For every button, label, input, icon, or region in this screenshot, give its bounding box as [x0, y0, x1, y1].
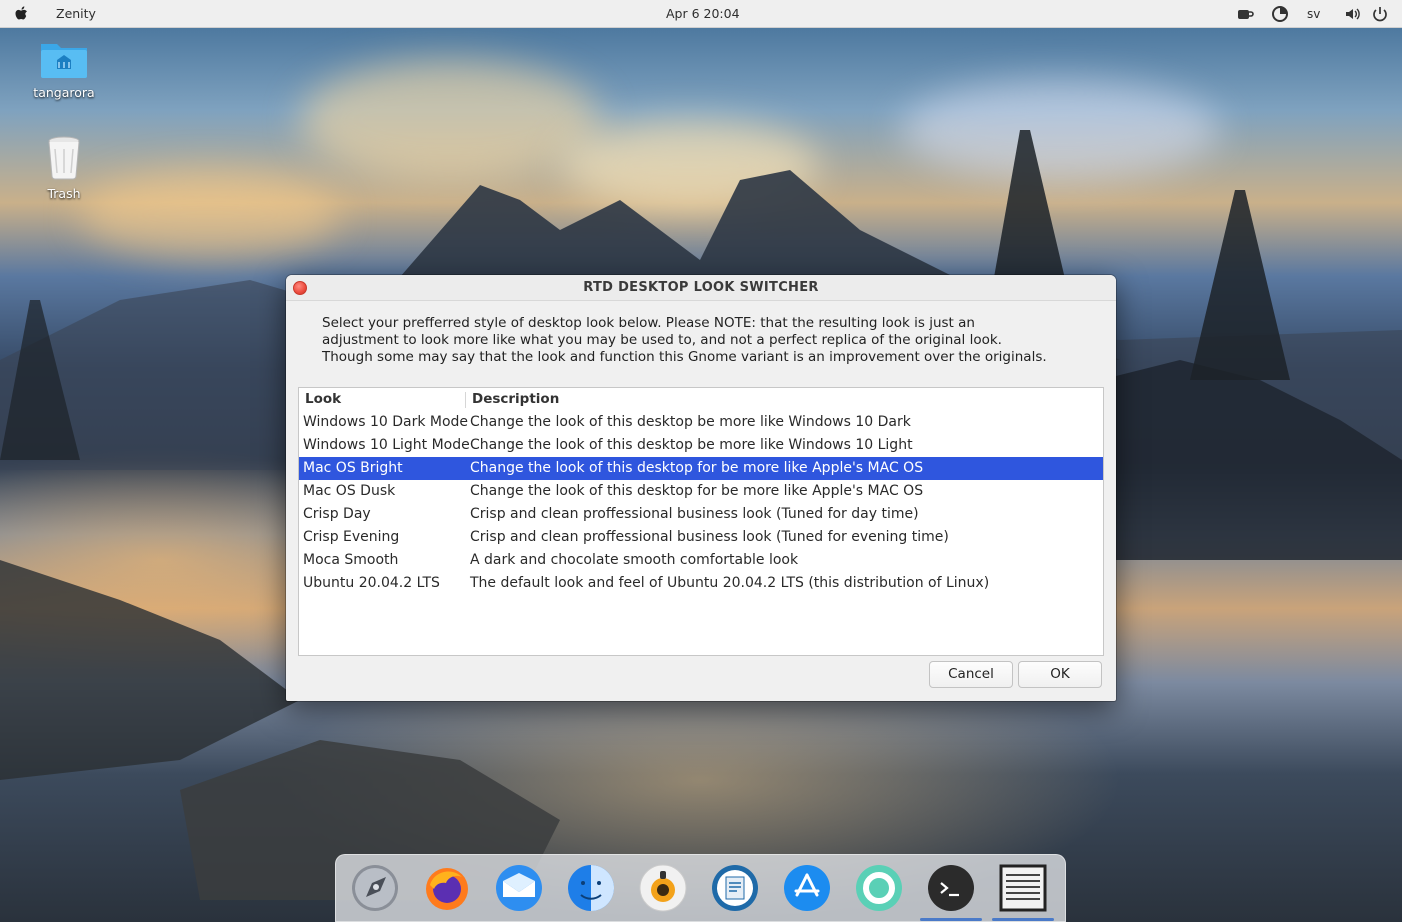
list-row[interactable]: Windows 10 Light Mode Change the look of… [299, 434, 1103, 457]
description-cell: A dark and chocolate smooth comfortable … [470, 552, 799, 568]
description-cell: Change the look of this desktop be more … [470, 437, 913, 453]
desktop-icon-trash[interactable]: Trash [19, 135, 109, 201]
look-switcher-dialog: RTD DESKTOP LOOK SWITCHER Select your pr… [286, 275, 1116, 701]
list-row[interactable]: Crisp Evening Crisp and clean proffessio… [299, 526, 1103, 549]
dialog-titlebar[interactable]: RTD DESKTOP LOOK SWITCHER [286, 275, 1116, 301]
desktop-icon-home[interactable]: tangarora [19, 38, 109, 100]
zenity-window-icon[interactable] [998, 863, 1048, 913]
list-row[interactable]: Windows 10 Dark Mode Change the look of … [299, 411, 1103, 434]
column-header-description[interactable]: Description [472, 391, 559, 407]
clock[interactable]: Apr 6 20:04 [666, 6, 740, 21]
finder-icon[interactable] [566, 863, 616, 913]
column-divider [465, 392, 466, 408]
look-cell: Mac OS Bright [303, 460, 403, 476]
home-folder-icon [41, 44, 87, 78]
mail-icon[interactable] [494, 863, 544, 913]
help-lifebuoy-icon[interactable] [854, 863, 904, 913]
desktop-icon-label: tangarora [33, 85, 95, 100]
column-header-look[interactable]: Look [305, 391, 341, 407]
power-icon[interactable] [1371, 5, 1389, 23]
app-store-icon[interactable] [782, 863, 832, 913]
look-cell: Ubuntu 20.04.2 LTS [303, 575, 440, 591]
volume-icon[interactable] [1344, 5, 1362, 23]
description-cell: Change the look of this desktop be more … [470, 414, 911, 430]
list-row[interactable]: Ubuntu 20.04.2 LTS The default look and … [299, 572, 1103, 595]
look-cell: Crisp Evening [303, 529, 400, 545]
active-app-name[interactable]: Zenity [56, 6, 96, 21]
intro-text: Select your prefferred style of desktop … [322, 315, 1082, 366]
running-indicator [920, 918, 982, 921]
rhythmbox-icon[interactable] [638, 863, 688, 913]
launchpad-icon[interactable] [350, 863, 400, 913]
trash-icon [48, 136, 80, 180]
list-header: Look Description [299, 388, 1103, 411]
top-bar: Zenity Apr 6 20:04 sv [0, 0, 1402, 28]
description-cell: Change the look of this desktop for be m… [470, 460, 924, 476]
desktop-icon-label: Trash [47, 186, 81, 201]
dialog-title: RTD DESKTOP LOOK SWITCHER [583, 280, 819, 295]
list-row-selected[interactable]: Mac OS Bright Change the look of this de… [299, 457, 1103, 480]
description-cell: Crisp and clean proffessional business l… [470, 529, 949, 545]
apple-menu-icon[interactable] [14, 5, 30, 23]
look-cell: Windows 10 Dark Mode [303, 414, 469, 430]
intro-line: Select your prefferred style of desktop … [322, 315, 975, 331]
look-cell: Moca Smooth [303, 552, 399, 568]
cancel-button[interactable]: Cancel [929, 661, 1013, 688]
description-cell: The default look and feel of Ubuntu 20.0… [470, 575, 990, 591]
running-indicator [992, 918, 1054, 921]
description-cell: Crisp and clean proffessional business l… [470, 506, 919, 522]
description-cell: Change the look of this desktop for be m… [470, 483, 924, 499]
intro-line: Though some may say that the look and fu… [322, 349, 1047, 365]
list-row[interactable]: Moca Smooth A dark and chocolate smooth … [299, 549, 1103, 572]
look-cell: Crisp Day [303, 506, 371, 522]
status-ring-icon[interactable] [1271, 5, 1289, 23]
document-viewer-icon[interactable] [710, 863, 760, 913]
look-cell: Mac OS Dusk [303, 483, 396, 499]
keyboard-layout[interactable]: sv [1307, 7, 1320, 21]
ok-button[interactable]: OK [1018, 661, 1102, 688]
intro-line: adjustment to look more like what you ma… [322, 332, 1002, 348]
firefox-icon[interactable] [422, 863, 472, 913]
terminal-icon[interactable] [926, 863, 976, 913]
look-list[interactable]: Look Description Windows 10 Dark Mode Ch… [298, 387, 1104, 656]
dock [335, 854, 1066, 922]
list-row[interactable]: Mac OS Dusk Change the look of this desk… [299, 480, 1103, 503]
look-cell: Windows 10 Light Mode [303, 437, 470, 453]
list-row[interactable]: Crisp Day Crisp and clean proffessional … [299, 503, 1103, 526]
coffee-cup-icon[interactable] [1236, 5, 1254, 23]
